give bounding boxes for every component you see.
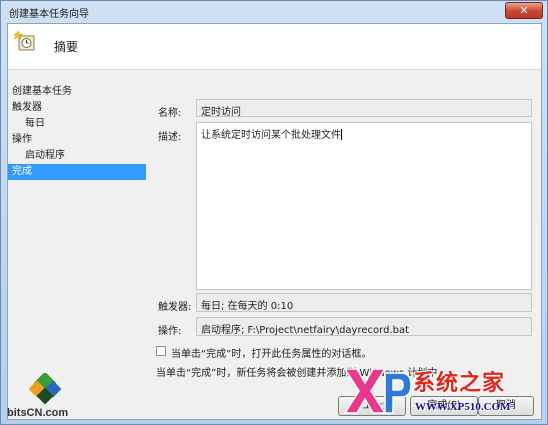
nav-step-1[interactable]: 触发器 bbox=[8, 100, 146, 116]
action-label: 操作: bbox=[158, 326, 182, 337]
description-field[interactable]: 让系统定时访问某个批处理文件 bbox=[196, 122, 532, 290]
close-button[interactable]: ✕ bbox=[505, 2, 543, 19]
name-field[interactable]: 定时访问 bbox=[196, 99, 532, 117]
window-title: 创建基本任务向导 bbox=[9, 9, 89, 20]
trigger-field: 每日; 在每天的 0:10 bbox=[196, 293, 532, 312]
name-label: 名称: bbox=[158, 108, 182, 119]
task-wizard-clock-icon bbox=[14, 30, 35, 51]
action-field: 启动程序; F:\Project\netfairy\dayrecord.bat bbox=[196, 317, 532, 336]
wizard-window: 创建基本任务向导 ✕ 摘要 创建基本任务 触发器 每日 操作 启动程序 完成 名称: 定时… bbox=[0, 0, 548, 425]
bitscn-logo-icon bbox=[29, 373, 61, 405]
bitscn-watermark: bitsCN.com bbox=[7, 371, 97, 423]
description-label: 描述: bbox=[158, 132, 182, 143]
xp510-watermark: 系统之家 WWW.XP510.COM bbox=[341, 361, 546, 423]
wizard-header: 摘要 bbox=[8, 24, 541, 70]
nav-step-0[interactable]: 创建基本任务 bbox=[8, 84, 146, 100]
title-bar[interactable]: 创建基本任务向导 ✕ bbox=[1, 1, 547, 23]
description-text: 让系统定时访问某个批处理文件 bbox=[201, 130, 341, 141]
nav-step-4[interactable]: 启动程序 bbox=[8, 148, 146, 164]
nav-step-5[interactable]: 完成 bbox=[8, 164, 146, 180]
nav-step-3[interactable]: 操作 bbox=[8, 132, 146, 148]
open-properties-checkbox-label[interactable]: 当单击“完成”时，打开此任务属性的对话框。 bbox=[171, 345, 371, 360]
trigger-label: 触发器: bbox=[158, 302, 192, 313]
xp-logo-icon bbox=[343, 368, 412, 414]
nav-step-2[interactable]: 每日 bbox=[8, 116, 146, 132]
page-title: 摘要 bbox=[54, 40, 79, 54]
open-properties-checkbox[interactable] bbox=[156, 346, 166, 356]
text-caret bbox=[341, 129, 342, 140]
xp510-watermark-url: WWW.XP510.COM bbox=[415, 401, 511, 413]
bitscn-watermark-text: bitsCN.com bbox=[7, 407, 69, 419]
wizard-step-nav: 创建基本任务 触发器 每日 操作 启动程序 完成 bbox=[8, 84, 146, 180]
xp510-watermark-title: 系统之家 bbox=[413, 371, 506, 396]
